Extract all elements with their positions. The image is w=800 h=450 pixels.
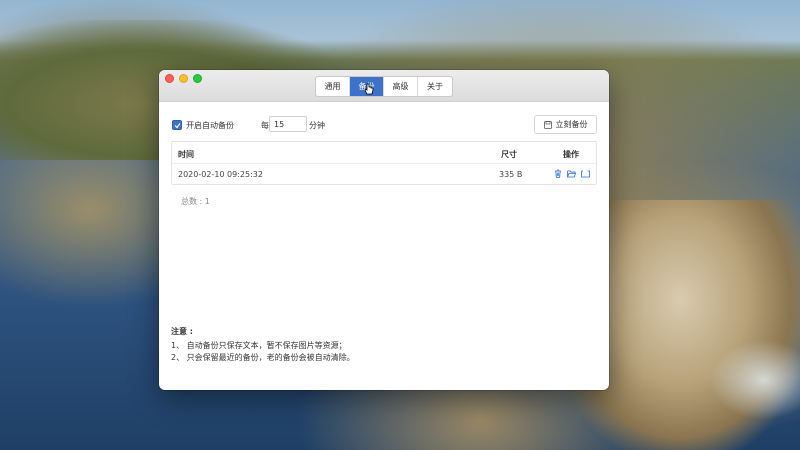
trash-icon[interactable] <box>553 169 562 178</box>
notes-title: 注意 : <box>171 327 193 336</box>
checkmark-icon <box>174 123 181 129</box>
title-bar: 通用 备份 高级 关于 <box>159 70 609 102</box>
row-actions <box>553 169 590 178</box>
table-header: 时间 尺寸 操作 <box>172 142 596 164</box>
auto-backup-label: 开启自动备份 <box>186 121 234 130</box>
row-size: 335 B <box>499 170 523 179</box>
row-time: 2020-02-10 09:25:32 <box>178 170 263 179</box>
note-item: 2、 只会保留最近的备份，老的备份会被自动清除。 <box>171 353 355 362</box>
header-actions: 操作 <box>563 150 579 159</box>
minutes-label: 分钟 <box>309 121 325 130</box>
backup-now-button[interactable]: 立刻备份 <box>534 115 597 134</box>
backup-panel: 开启自动备份 每 分钟 立刻备份 时间 尺寸 操作 2020-02-10 09:… <box>171 114 597 362</box>
every-label: 每 <box>261 121 269 130</box>
close-window-button[interactable] <box>165 74 174 83</box>
auto-backup-checkbox[interactable] <box>172 120 182 130</box>
zoom-window-button[interactable] <box>193 74 202 83</box>
interval-input[interactable] <box>269 116 307 132</box>
save-icon <box>543 120 552 129</box>
tab-advanced[interactable]: 高级 <box>384 77 418 96</box>
hand-cursor-icon <box>364 83 374 95</box>
minimize-window-button[interactable] <box>179 74 188 83</box>
wallpaper-foam <box>710 340 800 420</box>
folder-open-icon[interactable] <box>567 169 576 178</box>
note-item: 1、 自动备份只保存文本，暂不保存图片等资源； <box>171 341 347 350</box>
preferences-window: 通用 备份 高级 关于 开启自动备份 每 分钟 <box>159 70 609 390</box>
table-row: 2020-02-10 09:25:32 335 B <box>172 164 596 185</box>
tab-general[interactable]: 通用 <box>316 77 350 96</box>
backup-now-label: 立刻备份 <box>555 120 588 129</box>
total-count: 总数 : 1 <box>181 197 210 206</box>
backup-table: 时间 尺寸 操作 2020-02-10 09:25:32 335 B <box>171 141 597 185</box>
tab-about[interactable]: 关于 <box>418 77 452 96</box>
notes-section: 注意 : 1、 自动备份只保存文本，暂不保存图片等资源； 2、 只会保留最近的备… <box>171 326 355 364</box>
restore-icon[interactable] <box>581 169 590 178</box>
header-time: 时间 <box>178 150 194 159</box>
header-size: 尺寸 <box>501 150 517 159</box>
auto-backup-row: 开启自动备份 每 分钟 立刻备份 <box>171 114 597 136</box>
tab-bar: 通用 备份 高级 关于 <box>315 76 453 97</box>
